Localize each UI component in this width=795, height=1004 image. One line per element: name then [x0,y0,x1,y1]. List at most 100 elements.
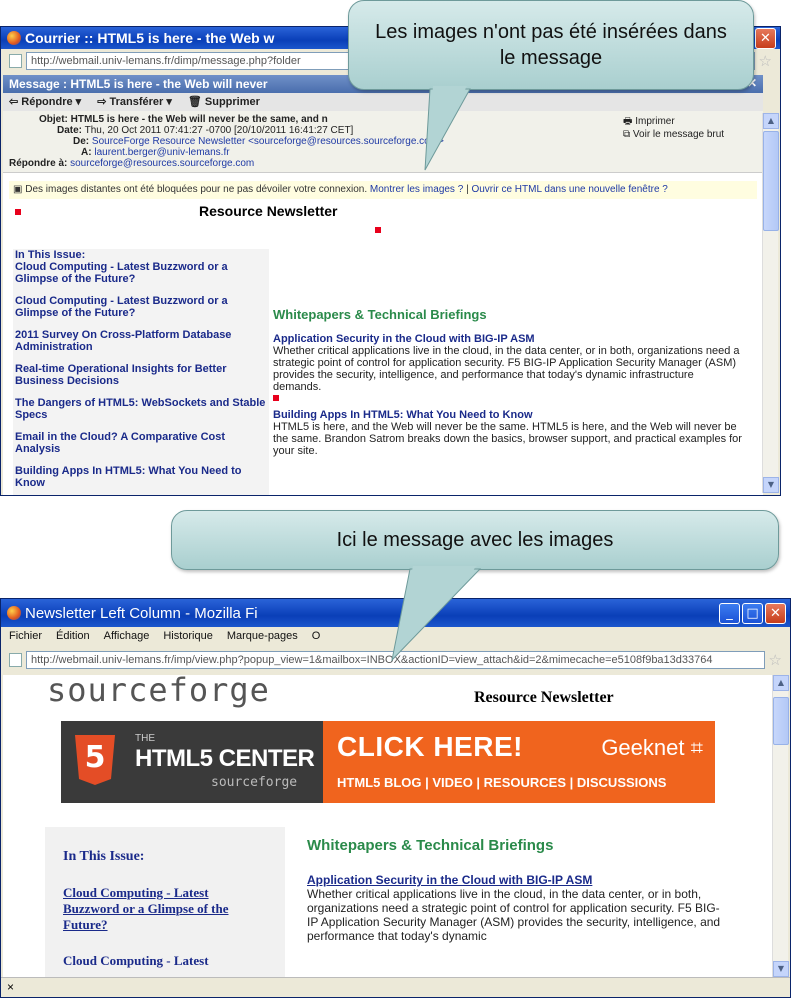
banner-sub: sourceforge [211,775,298,790]
subject-value: HTML5 is here - the Web will never be th… [70,114,328,125]
article-text: Whether critical applications live in th… [273,345,740,393]
maximize-button[interactable]: □ [742,602,763,624]
forward-button[interactable]: ⇨ Transférer ▾ [97,95,172,109]
message-bar-title: Message : HTML5 is here - the Web will n… [9,77,268,91]
bookmark-star-icon[interactable]: ☆ [759,52,772,70]
url-field[interactable]: http://webmail.univ-lemans.fr/imp/view.p… [26,651,765,669]
subject-label: Objet: [39,114,68,125]
broken-image-marker [15,209,21,215]
close-button[interactable]: ✕ [755,27,776,49]
right-column: Whitepapers & Technical Briefings Applic… [307,837,727,943]
left-column: In This Issue: Cloud Computing - Latest … [13,249,269,495]
menu-marque-pages[interactable]: Marque-pages [227,630,298,644]
from-link[interactable]: SourceForge Resource Newsletter <sourcef… [92,136,444,147]
banner-links: HTML5 BLOG | VIDEO | RESOURCES | DISCUSS… [337,775,667,790]
page-icon [9,653,22,667]
message-body: Resource Newsletter In This Issue: Cloud… [3,199,763,495]
firefox-icon [7,31,21,45]
menu-affichage[interactable]: Affichage [104,630,150,644]
scroll-up-icon[interactable]: ▲ [773,675,789,691]
status-close-icon[interactable]: × [7,980,14,994]
newsletter-titlebar: Newsletter Left Column - Mozilla Fi _ □ … [1,599,790,627]
bookmark-star-icon[interactable]: ☆ [769,651,782,669]
page-scrollbar[interactable]: ▲ ▼ [772,675,789,977]
banner-right: CLICK HERE! Geeknet ⌗ HTML5 BLOG | VIDEO… [323,721,715,803]
page-icon [9,54,22,68]
banner-click: CLICK HERE! [337,731,523,762]
callout-middle-text: Ici le message avec les images [336,529,614,551]
issue-link[interactable]: Email in the Cloud? A Comparative Cost A… [15,431,267,455]
issue-link[interactable]: The Dangers of HTML5: WebSockets and Sta… [15,397,267,421]
print-link[interactable]: 🖶 Imprimer [623,115,724,128]
issue-link[interactable]: Real-time Operational Insights for Bette… [15,363,267,387]
window-controls: _ □ ✕ [719,602,786,624]
scroll-thumb[interactable] [763,131,779,231]
replyto-label: Répondre à: [9,158,68,169]
show-images-link[interactable]: Montrer les images ? [370,184,463,195]
issue-link[interactable]: Cloud Computing - Latest Buzzword or a G… [63,885,267,933]
callout-top-text: Les images n'ont pas été insérées dans l… [375,21,727,69]
banner-left: 5 THE HTML5 CENTER sourceforge [61,721,323,803]
callout-top: Les images n'ont pas été insérées dans l… [348,0,754,90]
window-title: Newsletter Left Column - Mozilla Fi [25,604,258,622]
menu-edition[interactable]: Édition [56,630,90,644]
broken-image-marker [273,395,279,401]
delete-button[interactable]: 🗑 Supprimer [188,95,260,109]
issue-link[interactable]: 2011 Survey On Cross-Platform Database A… [15,329,267,353]
callout-middle: Ici le message avec les images [171,510,779,570]
broken-image-marker [375,227,381,233]
from-label: De: [73,136,90,147]
webmail-scrollbar[interactable]: ▲ ▼ [762,113,779,493]
scroll-up-icon[interactable]: ▲ [763,113,779,129]
left-column: In This Issue: Cloud Computing - Latest … [45,827,285,979]
address-bar: http://webmail.univ-lemans.fr/imp/view.p… [1,647,790,673]
banner-brand: Geeknet ⌗ [601,735,703,760]
issue-link[interactable]: Cloud Computing - Latest Buzzword or a G… [15,261,267,285]
geeknet-logo-icon: ⌗ [690,735,703,760]
close-button[interactable]: ✕ [765,602,786,624]
window-title: Courrier :: HTML5 is here - the Web w [25,30,275,46]
message-headers: Objet: HTML5 is here - the Web will neve… [3,111,763,173]
sourceforge-logo[interactable]: sourceforge [47,675,270,709]
banner-the: THE [135,733,155,744]
menu-bar: Fichier Édition Affichage Historique Mar… [1,627,790,647]
open-html-link[interactable]: Ouvrir ce HTML dans une nouvelle fenêtre… [471,184,667,195]
html5-badge-icon: 5 [75,735,115,785]
article-title[interactable]: Application Security in the Cloud with B… [273,333,743,345]
blocked-images-notice: ▣ Des images distantes ont été bloquées … [9,181,757,199]
menu-outils[interactable]: O [312,630,321,644]
newsletter-page: sourceforge Resource Newsletter 5 THE HT… [3,675,773,979]
newsletter-title: Resource Newsletter [474,689,614,706]
raw-message-link[interactable]: ⧉ Voir le message brut [623,128,724,141]
to-link[interactable]: laurent.berger@univ-lemans.fr [94,147,229,158]
notice-icon: ▣ [13,184,23,195]
minimize-button[interactable]: _ [719,602,740,624]
window-controls: ✕ [755,27,776,49]
in-this-issue-heading: In This Issue: [15,249,86,261]
issue-link[interactable]: Cloud Computing - Latest [63,953,267,969]
to-label: À: [81,147,92,158]
webmail-window: Courrier :: HTML5 is here - the Web w ✕ … [0,26,781,496]
replyto-link[interactable]: sourceforge@resources.sourceforge.com [70,158,254,169]
section-heading: Whitepapers & Technical Briefings [307,837,554,854]
scroll-down-icon[interactable]: ▼ [773,961,789,977]
banner-center: HTML5 CENTER [135,745,315,772]
date-value: Thu, 20 Oct 2011 07:41:27 -0700 [20/10/2… [84,125,354,136]
issue-link[interactable]: Building Apps In HTML5: What You Need to… [15,465,267,489]
article-title[interactable]: Building Apps In HTML5: What You Need to… [273,409,743,421]
scroll-thumb[interactable] [773,697,789,745]
reply-button[interactable]: ⇦ Répondre ▾ [9,95,81,109]
section-heading: Whitepapers & Technical Briefings [273,307,487,322]
issue-link[interactable]: Cloud Computing - Latest Buzzword or a G… [15,295,267,319]
menu-fichier[interactable]: Fichier [9,630,42,644]
right-column: Whitepapers & Technical Briefings Applic… [273,307,743,457]
newsletter-title: Resource Newsletter [199,203,338,219]
firefox-icon [7,606,21,620]
scroll-down-icon[interactable]: ▼ [763,477,779,493]
message-frame: Message : HTML5 is here - the Web will n… [3,75,763,495]
html5-banner[interactable]: 5 THE HTML5 CENTER sourceforge CLICK HER… [61,721,715,803]
message-toolbar: ⇦ Répondre ▾ ⇨ Transférer ▾ 🗑 Supprimer [3,93,763,111]
menu-historique[interactable]: Historique [163,630,213,644]
article-title[interactable]: Application Security in the Cloud with B… [307,873,727,887]
article-text: Whether critical applications live in th… [307,887,721,943]
